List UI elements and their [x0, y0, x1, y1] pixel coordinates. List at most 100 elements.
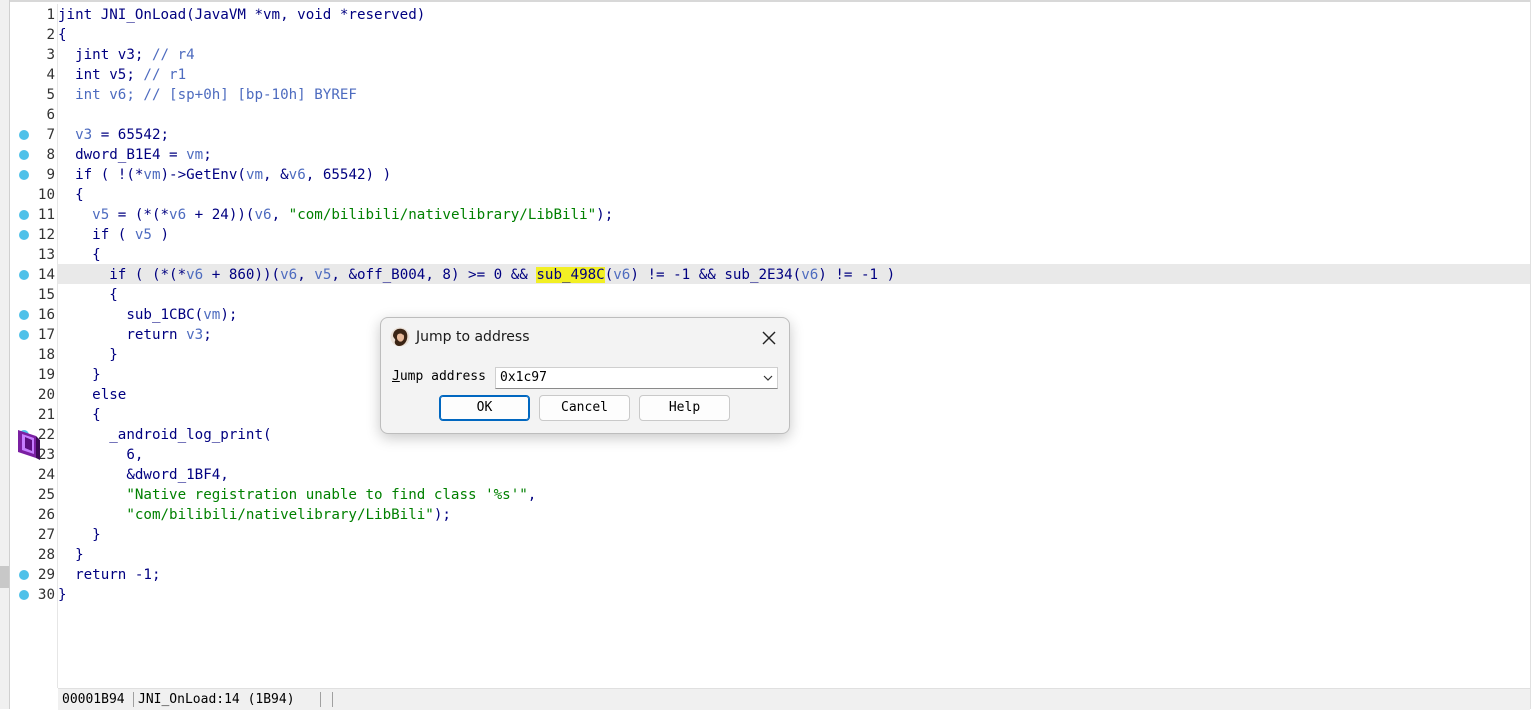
code-token: &dword_1BF4, [58, 467, 229, 483]
breakpoint-dot-icon[interactable] [19, 130, 29, 140]
chevron-down-icon[interactable] [763, 373, 773, 383]
gutter-row: 18 [10, 345, 57, 365]
code-line[interactable]: { [58, 285, 118, 305]
code-token: v5 [134, 227, 152, 243]
code-line[interactable]: jint JNI_OnLoad(JavaVM *vm, void *reserv… [58, 5, 425, 25]
code-line[interactable]: } [58, 545, 84, 565]
code-token: v6 [254, 207, 272, 223]
code-token: v6 [169, 207, 187, 223]
gutter-row: 1 [10, 5, 57, 25]
breakpoint-dot-icon[interactable] [19, 270, 29, 280]
line-number: 7 [46, 127, 55, 143]
code-token: , &off_B004, 8) >= 0 && [331, 267, 537, 283]
code-token: )->GetEnv( [160, 167, 246, 183]
warning-icon[interactable] [16, 428, 42, 460]
pseudocode-view[interactable]: jint JNI_OnLoad(JavaVM *vm, void *reserv… [58, 4, 1530, 688]
code-token: = 65542; [92, 127, 170, 143]
code-line[interactable]: dword_B1E4 = vm; [58, 145, 212, 165]
cancel-button[interactable]: Cancel [539, 395, 630, 421]
code-line[interactable]: v3 = 65542; [58, 125, 169, 145]
ida-icon [390, 327, 410, 347]
code-token: ); [596, 207, 614, 223]
code-token: jint v3; [58, 47, 152, 63]
code-line[interactable]: } [58, 365, 101, 385]
status-location: JNI_OnLoad:14 (1B94) [138, 692, 295, 707]
code-token: ); [433, 507, 451, 523]
code-line[interactable]: 6, [58, 445, 143, 465]
code-line[interactable]: } [58, 525, 101, 545]
line-number: 20 [37, 387, 55, 403]
code-line[interactable]: if ( v5 ) [58, 225, 169, 245]
breakpoint-dot-icon[interactable] [19, 570, 29, 580]
code-token: , & [263, 167, 289, 183]
gutter-row: 16 [10, 305, 57, 325]
jump-to-address-dialog[interactable]: Jump to address Jump address 0x1c97 OK C… [380, 317, 790, 434]
line-number: 9 [46, 167, 55, 183]
line-number: 5 [46, 87, 55, 103]
code-line[interactable]: { [58, 25, 67, 45]
code-line[interactable]: "Native registration unable to find clas… [58, 485, 536, 505]
gutter-row: 4 [10, 65, 57, 85]
line-number: 13 [37, 247, 55, 263]
code-token: ) != -1 ) [818, 267, 896, 283]
left-panel-strip[interactable] [0, 0, 10, 709]
code-token: return [58, 327, 187, 343]
code-line[interactable]: int v5; // r1 [58, 65, 186, 85]
code-line[interactable]: jint v3; // r4 [58, 45, 195, 65]
window-top-border [0, 0, 1531, 2]
jump-address-label: Jump address [392, 369, 486, 384]
gutter-row: 10 [10, 185, 57, 205]
gutter-row: 7 [10, 125, 57, 145]
gutter-row: 28 [10, 545, 57, 565]
code-token: ; [203, 327, 212, 343]
code-token: vm [143, 167, 161, 183]
code-line[interactable]: { [58, 185, 84, 205]
left-panel-scroll-mark[interactable] [0, 566, 9, 588]
gutter-row: 30 [10, 585, 57, 605]
code-line[interactable]: sub_1CBC(vm); [58, 305, 237, 325]
code-line[interactable]: { [58, 245, 101, 265]
breakpoint-dot-icon[interactable] [19, 170, 29, 180]
code-line[interactable]: int v6; // [sp+0h] [bp-10h] BYREF [58, 85, 357, 105]
code-token: ) [151, 227, 170, 243]
code-line[interactable]: { [58, 405, 101, 425]
breakpoint-dot-icon[interactable] [19, 330, 29, 340]
status-separator [320, 692, 321, 707]
code-line[interactable]: _android_log_print( [58, 425, 272, 445]
breakpoint-dot-icon[interactable] [19, 150, 29, 160]
ok-button[interactable]: OK [439, 395, 530, 421]
code-token: { [58, 287, 118, 303]
line-number: 4 [46, 67, 55, 83]
line-number: 19 [37, 367, 55, 383]
code-line[interactable]: else [58, 385, 126, 405]
code-line[interactable]: v5 = (*(*v6 + 24))(v6, "com/bilibili/nat… [58, 205, 613, 225]
code-token: // r1 [143, 67, 187, 83]
code-token: { [58, 187, 84, 203]
help-button[interactable]: Help [639, 395, 730, 421]
code-line[interactable]: &dword_1BF4, [58, 465, 229, 485]
status-separator [332, 692, 333, 707]
code-line[interactable]: return -1; [58, 565, 160, 585]
breakpoint-dot-icon[interactable] [19, 590, 29, 600]
code-line[interactable]: return v3; [58, 325, 212, 345]
code-line[interactable]: } [58, 345, 118, 365]
gutter-row: 2 [10, 25, 57, 45]
line-number: 26 [37, 507, 55, 523]
line-number: 6 [46, 107, 55, 123]
gutter-row: 12 [10, 225, 57, 245]
breakpoint-dot-icon[interactable] [19, 210, 29, 220]
code-line[interactable]: "com/bilibili/nativelibrary/LibBili"); [58, 505, 451, 525]
code-token: } [58, 547, 84, 563]
code-token: sub_1CBC( [58, 307, 204, 323]
code-token: _android_log_print( [58, 427, 272, 443]
close-icon[interactable] [757, 326, 781, 350]
code-token: "Native registration unable to find clas… [58, 487, 528, 503]
jump-address-combobox[interactable]: 0x1c97 [495, 367, 778, 389]
code-line[interactable]: if ( (*(*v6 + 860))(v6, v5, &off_B004, 8… [58, 265, 895, 285]
code-line[interactable]: if ( !(*vm)->GetEnv(vm, &v6, 65542) ) [58, 165, 391, 185]
code-line[interactable]: } [58, 585, 67, 605]
breakpoint-dot-icon[interactable] [19, 310, 29, 320]
code-token: dword_B1E4 = [58, 147, 187, 163]
breakpoint-dot-icon[interactable] [19, 230, 29, 240]
line-number: 8 [46, 147, 55, 163]
